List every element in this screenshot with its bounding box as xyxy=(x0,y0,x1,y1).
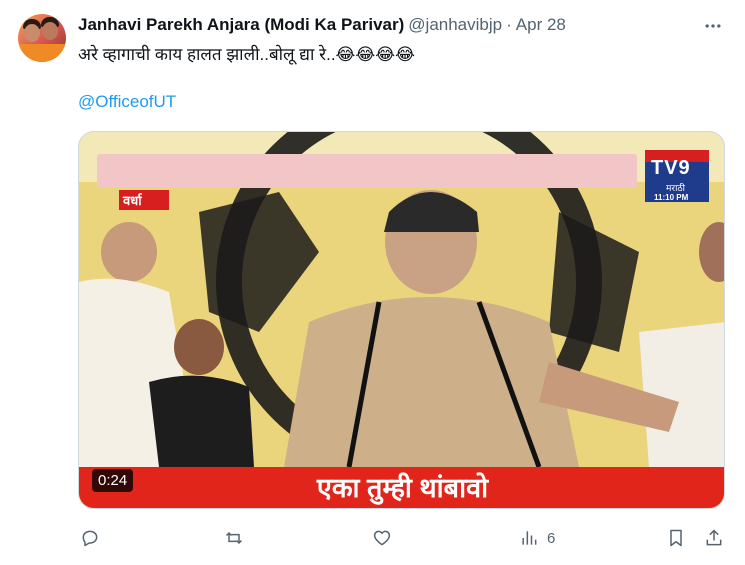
more-horizontal-icon xyxy=(705,24,721,28)
heart-icon xyxy=(373,530,391,546)
author-name[interactable]: Janhavi Parekh Anjara (Modi Ka Parivar) xyxy=(78,15,404,35)
reply-button[interactable] xyxy=(80,524,100,552)
more-options-button[interactable] xyxy=(703,16,723,36)
channel-time: 11:10 PM xyxy=(654,193,689,202)
mention-link[interactable]: @OfficeofUT xyxy=(78,92,176,112)
video-frame xyxy=(79,132,724,508)
tweet-action-bar: 6 xyxy=(78,524,728,552)
avatar-decor xyxy=(24,24,40,42)
author-avatar[interactable] xyxy=(18,14,66,62)
tweet-text: अरे व्हागाची काय हालत झाली..बोलू द्या रे… xyxy=(78,45,415,64)
share-icon xyxy=(706,529,722,546)
reply-icon xyxy=(82,530,98,547)
video-location-tag: वर्धा xyxy=(123,193,142,208)
author-handle[interactable]: @janhavibjp xyxy=(408,15,502,35)
tweet-date[interactable]: Apr 28 xyxy=(516,15,566,35)
video-duration-badge: 0:24 xyxy=(92,469,134,492)
video-caption: एका तुम्ही थांबावो xyxy=(316,473,489,503)
views-button[interactable]: 6 xyxy=(519,524,555,552)
avatar-decor xyxy=(42,22,58,40)
channel-logo: TV9 xyxy=(651,157,691,179)
separator-dot: · xyxy=(506,15,512,34)
retweet-icon xyxy=(225,531,243,545)
video-player[interactable]: वर्धा TV9 मराठी 11:10 PM एका तुम्ही थांब… xyxy=(78,131,725,509)
bookmark-icon xyxy=(670,529,682,547)
avatar-decor xyxy=(18,44,66,62)
like-button[interactable] xyxy=(372,524,392,552)
views-count: 6 xyxy=(547,529,556,547)
views-chart-icon xyxy=(522,531,537,545)
bookmark-button[interactable] xyxy=(666,524,686,552)
retweet-button[interactable] xyxy=(224,524,244,552)
share-button[interactable] xyxy=(704,524,724,552)
tweet-header: Janhavi Parekh Anjara (Modi Ka Parivar) … xyxy=(78,14,566,36)
